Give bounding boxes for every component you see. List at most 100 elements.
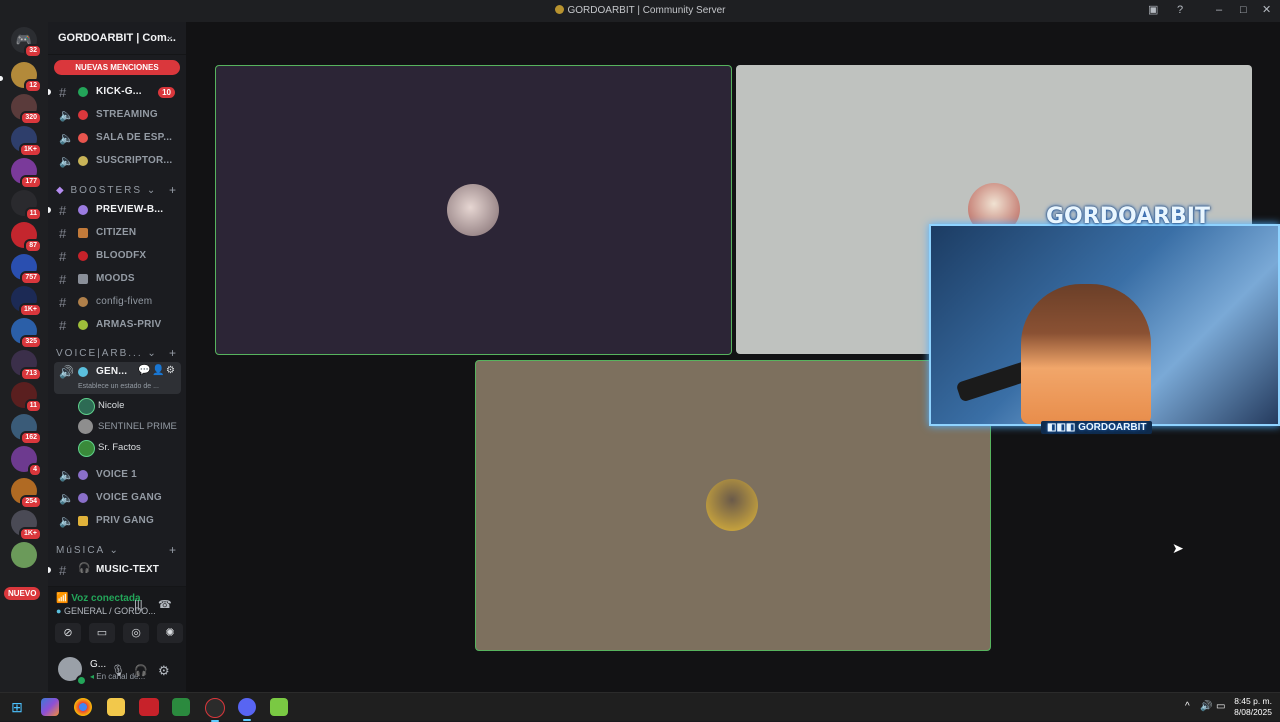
city-icon xyxy=(78,228,88,238)
participant-tile[interactable] xyxy=(215,65,732,355)
maximize-button[interactable]: □ xyxy=(1240,4,1247,16)
hashtag-icon: # xyxy=(59,563,67,578)
channel-label: VOICE 1 xyxy=(96,469,137,480)
channel-label: VOICE GANG xyxy=(96,492,162,503)
user-panel: G... ◂ En canal de... 🎙 🎧 ⚙ xyxy=(48,651,186,693)
channel-voice-gang[interactable]: 🔈 VOICE GANG xyxy=(54,488,181,508)
guild-icon[interactable]: 325 xyxy=(11,318,42,349)
channel-citizen[interactable]: # CITIZEN xyxy=(54,223,181,243)
channel-voice-1[interactable]: 🔈 VOICE 1 xyxy=(54,465,181,485)
headphones-icon[interactable]: 🎧 xyxy=(134,664,148,677)
gear-icon[interactable]: ⚙ xyxy=(158,663,170,679)
screen-share-icon[interactable]: ▣ xyxy=(1148,4,1158,16)
voice-connection-panel: 📶 Voz conectada ● GENERAL / GORDO... |||… xyxy=(48,586,186,693)
guild-icon[interactable]: 1K+ xyxy=(11,286,42,317)
obs-icon[interactable] xyxy=(205,698,225,722)
guild-icon[interactable]: 1K+ xyxy=(11,510,42,541)
guild-icon[interactable]: 11 xyxy=(11,382,42,413)
camera-off-button[interactable]: ⊘ xyxy=(55,623,81,643)
channel-armas-priv[interactable]: # ARMAS-PRIV xyxy=(54,315,181,335)
channel-label: ARMAS-PRIV xyxy=(96,319,162,330)
guild-icon[interactable]: 87 xyxy=(11,222,42,253)
participant-tile[interactable] xyxy=(475,360,991,651)
speaker-icon: 🔊 xyxy=(59,365,74,379)
category-boosters[interactable]: ◆ BOOSTERS ⌄ xyxy=(56,185,157,196)
guild-icon[interactable]: 162 xyxy=(11,414,42,445)
hashtag-icon: # xyxy=(59,249,67,264)
chat-icon[interactable]: 💬 xyxy=(138,365,150,376)
discord-home-icon[interactable]: 🎮 32 xyxy=(11,27,42,58)
activities-button[interactable]: ◎ xyxy=(123,623,149,643)
sparkle-icon xyxy=(78,156,88,166)
disconnect-icon[interactable]: ☎ xyxy=(158,598,172,611)
chrome-icon[interactable] xyxy=(74,698,92,716)
channel-music-text[interactable]: # 🎧 MUSIC-TEXT xyxy=(48,560,181,580)
guild-icon[interactable]: 757 xyxy=(11,254,42,285)
guild-icon[interactable]: 320 xyxy=(11,94,42,125)
volume-icon[interactable]: 🔊 xyxy=(1200,701,1212,712)
add-channel-button[interactable]: + xyxy=(169,346,176,360)
green-circle-icon xyxy=(78,87,88,97)
network-icon[interactable]: ▭ xyxy=(1216,701,1225,712)
add-channel-button[interactable]: + xyxy=(169,543,176,557)
streamer-webcam-overlay: GORDOARBIT ◧◧◧ GORDOARBIT xyxy=(929,204,1280,434)
category-musica[interactable]: MúSICA ⌄ xyxy=(56,545,120,556)
chevron-up-icon[interactable]: ^ xyxy=(1185,701,1190,712)
set-status-hint[interactable]: Establece un estado de ... xyxy=(78,383,159,390)
windows-start-icon[interactable]: ⊞ xyxy=(8,698,26,716)
server-header[interactable]: GORDOARBIT | Com... ⌄ xyxy=(48,22,186,55)
channel-streaming[interactable]: 🔈 STREAMING xyxy=(54,105,181,125)
channel-bloodfx[interactable]: # BLOODFX xyxy=(54,246,181,266)
guild-icon[interactable] xyxy=(11,542,37,568)
new-mentions-button[interactable]: NUEVAS MENCIONES xyxy=(54,60,180,75)
server-list: 🎮 32 12 320 1K+ 177 11 87 757 1K+ 325 713… xyxy=(0,22,48,692)
category-voice[interactable]: VOICE|ARB... ⌄ xyxy=(56,348,158,359)
guild-icon[interactable]: 4 xyxy=(11,446,42,477)
laptop-icon xyxy=(78,274,88,284)
noise-suppression-icon[interactable]: ||| xyxy=(134,599,143,611)
soundboard-button[interactable]: ✺ xyxy=(157,623,183,643)
guild-badge: 757 xyxy=(20,271,42,285)
guild-icon[interactable]: 254 xyxy=(11,478,42,509)
channel-preview[interactable]: # PREVIEW-B... xyxy=(48,200,181,220)
headphones-icon: 🎧 xyxy=(78,563,91,574)
channel-general-voice[interactable]: 🔊 GEN... 💬 👤 ⚙ Establece un estado de ..… xyxy=(54,362,181,394)
channel-label: BLOODFX xyxy=(96,250,147,261)
guild-icon[interactable]: 11 xyxy=(11,190,42,221)
screen-share-button[interactable]: ▭ xyxy=(89,623,115,643)
channel-sala-espera[interactable]: 🔈 SALA DE ESP... xyxy=(54,128,181,148)
microphone-icon[interactable]: 🎙 xyxy=(111,664,125,677)
app-icon[interactable] xyxy=(172,698,190,716)
guild-icon[interactable]: 12 xyxy=(11,62,42,93)
close-button[interactable]: ✕ xyxy=(1262,4,1271,16)
help-icon[interactable]: ? xyxy=(1177,4,1183,16)
alarm-clock-icon xyxy=(78,133,88,143)
add-user-icon[interactable]: 👤 xyxy=(152,365,164,376)
discord-icon[interactable] xyxy=(238,698,256,721)
guild-icon[interactable]: 713 xyxy=(11,350,42,381)
minimize-button[interactable]: – xyxy=(1216,4,1222,16)
channel-priv-gang[interactable]: 🔈 PRIV GANG xyxy=(54,511,181,531)
clock-date: 8/08/2025 xyxy=(1234,707,1272,717)
channel-kick[interactable]: # KICK-G... 10 xyxy=(48,82,181,102)
mention-count: 10 xyxy=(158,87,175,98)
app-icon[interactable] xyxy=(270,698,288,716)
app-icon[interactable] xyxy=(139,698,159,716)
gear-icon[interactable]: ⚙ xyxy=(166,365,175,376)
channel-moods[interactable]: # MOODS xyxy=(54,269,181,289)
window-title: GORDOARBIT | Community Server xyxy=(567,5,726,16)
guild-icon[interactable]: 177 xyxy=(11,158,42,189)
voice-status-label: Voz conectada xyxy=(71,593,141,604)
guild-badge: 254 xyxy=(20,495,42,509)
gun-icon xyxy=(78,320,88,330)
channel-suscriptores[interactable]: 🔈 SUSCRIPTOR... xyxy=(54,151,181,171)
guild-icon[interactable]: 1K+ xyxy=(11,126,42,157)
blue-circle-icon xyxy=(78,367,88,377)
add-channel-button[interactable]: + xyxy=(169,183,176,197)
mouse-cursor: ➤ xyxy=(1172,540,1184,556)
copilot-icon[interactable] xyxy=(41,698,59,716)
folder-icon[interactable] xyxy=(107,698,125,716)
channel-config-fivem[interactable]: # config-fivem xyxy=(54,292,181,312)
channel-label: STREAMING xyxy=(96,109,158,120)
system-clock[interactable]: 8:45 p. m. 8/08/2025 xyxy=(1234,696,1272,718)
